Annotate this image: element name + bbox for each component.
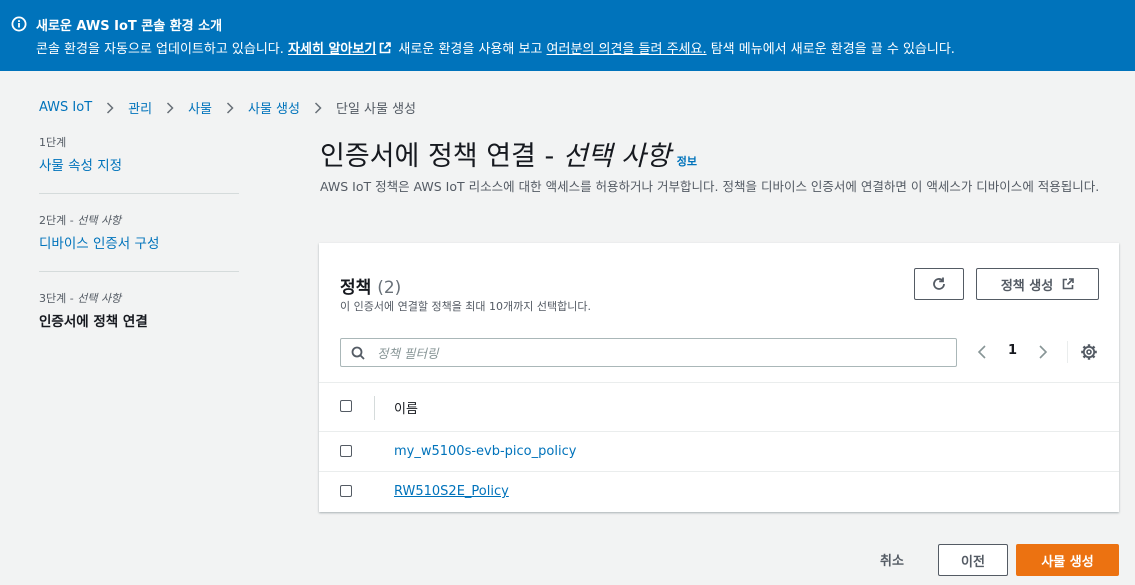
chevron-right-icon — [107, 101, 114, 114]
policy-name-link[interactable]: my_w5100s-evb-pico_policy — [394, 444, 576, 459]
banner-text-before: 콘솔 환경을 자동으로 업데이트하고 있습니다. — [36, 42, 289, 57]
info-link[interactable]: 정보 — [677, 155, 697, 168]
step-3-current: 인증서에 정책 연결 — [39, 314, 148, 330]
step-2-sub-label: 2단계 - — [39, 214, 78, 227]
row-checkbox[interactable] — [340, 485, 352, 497]
step-1-number: 1단계 — [39, 134, 239, 150]
policies-panel: 정책 (2) 이 인증서에 연결할 정책을 최대 10개까지 선택합니다. 정책… — [319, 243, 1119, 512]
policies-title: 정책 (2) — [340, 273, 401, 298]
policy-filter — [340, 338, 957, 367]
pager-divider — [1067, 341, 1068, 363]
create-policy-label: 정책 생성 — [1000, 278, 1054, 294]
wizard-steps: 1단계 사물 속성 지정 2단계 - 선택 사항 디바이스 인증서 구성 3단계… — [39, 134, 239, 330]
column-header-name[interactable]: 이름 — [394, 398, 418, 417]
table-row: RW510S2E_Policy — [319, 471, 1119, 511]
column-divider — [374, 396, 375, 420]
external-link-icon — [1062, 278, 1074, 290]
table-header: 이름 — [319, 382, 1119, 432]
cancel-button[interactable]: 취소 — [880, 550, 904, 569]
step-3-number: 3단계 - 선택 사항 — [39, 290, 239, 306]
refresh-icon — [933, 277, 945, 290]
chevron-right-icon — [226, 101, 234, 114]
policies-description: 이 인증서에 연결할 정책을 최대 10개까지 선택합니다. — [340, 300, 591, 313]
feedback-link[interactable]: 여러분의 의견을 들려 주세요. — [547, 42, 707, 57]
table-row: my_w5100s-evb-pico_policy — [319, 431, 1119, 472]
chevron-right-icon — [167, 101, 174, 114]
learn-more-link[interactable]: 자세히 알아보기 — [288, 42, 376, 57]
page-title: 인증서에 정책 연결 - 선택 사항 정보 — [320, 134, 697, 173]
banner-text-middle: 새로운 환경을 사용해 보고 — [394, 42, 547, 57]
create-thing-button[interactable]: 사물 생성 — [1016, 544, 1119, 576]
page-description: AWS IoT 정책은 AWS IoT 리소스에 대한 액세스를 허용하거나 거… — [320, 179, 1100, 194]
banner-title: 새로운 AWS IoT 콘솔 환경 소개 — [36, 19, 223, 34]
page-title-optional: 선택 사항 — [562, 141, 671, 172]
step-1: 1단계 사물 속성 지정 — [39, 134, 239, 174]
step-2-link[interactable]: 디바이스 인증서 구성 — [39, 232, 239, 252]
step-3: 3단계 - 선택 사항 인증서에 정책 연결 — [39, 290, 239, 330]
row-checkbox[interactable] — [340, 445, 352, 457]
create-policy-button[interactable]: 정책 생성 — [976, 268, 1099, 300]
step-1-sub-label: 1단계 — [39, 136, 67, 149]
refresh-button[interactable] — [914, 268, 964, 300]
gear-icon[interactable] — [1080, 343, 1098, 361]
step-2-number: 2단계 - 선택 사항 — [39, 212, 239, 228]
page-title-text: 인증서에 정책 연결 - — [320, 141, 563, 172]
page-number[interactable]: 1 — [1008, 343, 1017, 358]
banner-text-after: 탐색 메뉴에서 새로운 환경을 끌 수 있습니다. — [706, 42, 955, 57]
policy-filter-input[interactable] — [375, 342, 949, 365]
chevron-right-icon[interactable] — [1038, 344, 1048, 360]
breadcrumb-current: 단일 사물 생성 — [335, 102, 417, 117]
step-divider — [39, 193, 239, 194]
previous-button[interactable]: 이전 — [938, 544, 1008, 576]
policies-count: (2) — [377, 278, 402, 298]
select-all-checkbox[interactable] — [340, 400, 352, 412]
notification-banner: 새로운 AWS IoT 콘솔 환경 소개 콘솔 환경을 자동으로 업데이트하고 … — [0, 0, 1135, 71]
search-icon — [351, 346, 365, 360]
breadcrumb-create-things[interactable]: 사물 생성 — [248, 98, 300, 117]
step-2-optional: 선택 사항 — [77, 214, 122, 227]
step-3-optional: 선택 사항 — [77, 292, 122, 305]
breadcrumb: AWS IoT 관리 사물 사물 생성 단일 사물 생성 — [39, 98, 416, 117]
breadcrumb-manage[interactable]: 관리 — [128, 98, 152, 117]
banner-text: 콘솔 환경을 자동으로 업데이트하고 있습니다. 자세히 알아보기 새로운 환경… — [36, 38, 955, 57]
info-icon — [11, 16, 27, 32]
policies-title-text: 정책 — [340, 278, 372, 298]
chevron-left-icon[interactable] — [977, 344, 987, 360]
step-3-sub-label: 3단계 - — [39, 292, 78, 305]
step-2: 2단계 - 선택 사항 디바이스 인증서 구성 — [39, 212, 239, 252]
step-divider — [39, 271, 239, 272]
step-1-link[interactable]: 사물 속성 지정 — [39, 154, 239, 174]
chevron-right-icon — [314, 101, 322, 114]
breadcrumb-aws-iot[interactable]: AWS IoT — [39, 100, 92, 115]
policy-name-link[interactable]: RW510S2E_Policy — [394, 484, 509, 499]
breadcrumb-things[interactable]: 사물 — [188, 98, 212, 117]
external-link-icon[interactable] — [379, 42, 392, 54]
